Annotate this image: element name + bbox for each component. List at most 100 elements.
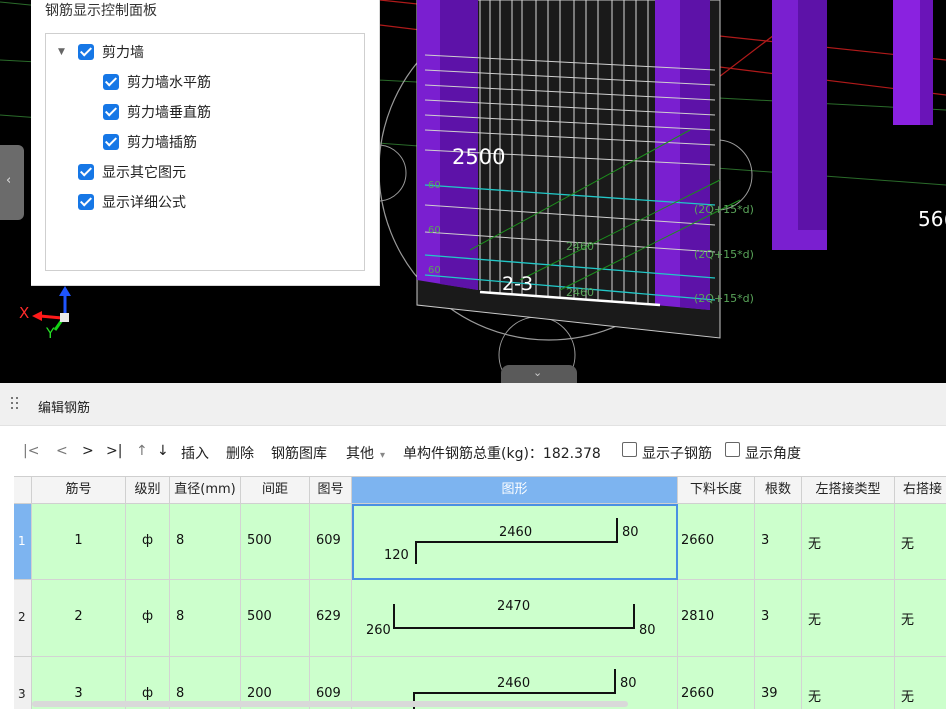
rebar-3d-viewport[interactable]: 2500 2-3 56( 2460 2460 60 60 60 (2Q+15*d… (0, 0, 946, 383)
shape-left-dimension: 120 (384, 548, 409, 563)
cell-text: 无 (901, 537, 915, 552)
cell-right-lap[interactable]: 无 (895, 580, 946, 657)
faint-length-label: 2460 (566, 286, 594, 299)
tree-item-vertical-bar[interactable]: 剪力墙垂直筋 (103, 101, 211, 123)
chevron-down-icon: ▾ (380, 450, 386, 461)
cell-text: 1 (74, 533, 83, 548)
rebar-toolbar: |< < > >| ↑ ↓ 插入 删除 钢筋图库 其他 ▾ 单构件钢筋总重(kg)… (0, 433, 946, 469)
cell-text: ф (141, 533, 154, 548)
shear-wall-checkbox[interactable] (78, 44, 94, 60)
cell-text: 3 (761, 533, 770, 548)
drag-handle-icon[interactable] (11, 397, 19, 411)
cell-grade[interactable]: ф (126, 580, 170, 657)
cell-diameter[interactable]: 8 (170, 504, 241, 580)
tree-item-label: 剪力墙垂直筋 (127, 105, 211, 121)
column-header[interactable]: 右搭接 (895, 477, 946, 504)
column-header-shape[interactable]: 图形 (352, 477, 678, 504)
tree-item-dowel-bar[interactable]: 剪力墙插筋 (103, 131, 197, 153)
tree-item-shear-wall[interactable]: ▼ 剪力墙 (58, 41, 144, 63)
shape-middle-dimension: 2460 (499, 525, 532, 540)
caret-down-icon[interactable]: ▼ (58, 47, 68, 57)
rebar-shape-diagram[interactable]: 120 2460 80 (352, 504, 678, 580)
delete-button[interactable]: 删除 (226, 443, 254, 463)
cell-shape-no[interactable]: 609 (310, 504, 352, 580)
cell-left-lap[interactable]: 无 (802, 580, 895, 657)
column-header[interactable]: 直径(mm) (170, 477, 241, 504)
rebar-library-button[interactable]: 钢筋图库 (271, 443, 327, 463)
row-header[interactable]: 1 (14, 504, 32, 580)
column-header[interactable]: 间距 (241, 477, 310, 504)
column-header[interactable]: 图号 (310, 477, 352, 504)
cell-text: ф (141, 609, 154, 624)
editor-header: 编辑钢筋 (0, 383, 946, 426)
cell-count[interactable]: 39 (755, 657, 802, 709)
horizontal-scrollbar[interactable] (32, 701, 628, 707)
cell-right-lap[interactable]: 无 (895, 657, 946, 709)
formula-label: (2Q+15*d) (694, 248, 754, 261)
show-angle-checkbox[interactable] (725, 442, 740, 457)
collapse-bottom-panel-handle[interactable]: ⌄ (501, 365, 577, 383)
shape-right-dimension: 80 (620, 676, 637, 691)
cell-cut-length[interactable]: 2660 (678, 657, 755, 709)
move-down-button[interactable]: ↓ (157, 443, 169, 459)
editor-title: 编辑钢筋 (38, 401, 91, 416)
cell-cut-length[interactable]: 2810 (678, 580, 755, 657)
cell-diameter[interactable]: 8 (170, 580, 241, 657)
show-formula-checkbox[interactable] (78, 194, 94, 210)
horizontal-bar-checkbox[interactable] (103, 74, 119, 90)
first-record-button[interactable]: |< (23, 443, 39, 459)
show-sub-rebar-checkbox[interactable] (622, 442, 637, 457)
insert-button[interactable]: 插入 (181, 443, 209, 463)
cell-left-lap[interactable]: 无 (802, 657, 895, 709)
cell-text: 2 (74, 609, 83, 624)
dowel-bar-checkbox[interactable] (103, 134, 119, 150)
cell-text: 609 (316, 686, 341, 701)
tree-item-label: 剪力墙插筋 (127, 135, 197, 151)
cell-left-lap[interactable]: 无 (802, 504, 895, 580)
tree-item-show-formula[interactable]: 显示详细公式 (78, 191, 186, 213)
column-header[interactable]: 筋号 (32, 477, 126, 504)
column-header[interactable]: 下料长度 (678, 477, 755, 504)
cell-count[interactable]: 3 (755, 580, 802, 657)
cell-grade[interactable]: ф (126, 504, 170, 580)
cell-spacing[interactable]: 500 (241, 580, 310, 657)
cell-text: 无 (808, 690, 822, 705)
other-menu-button[interactable]: 其他 ▾ (346, 443, 385, 463)
chevron-down-icon: ⌄ (533, 366, 543, 379)
cell-no[interactable]: 2 (32, 580, 126, 657)
cell-count[interactable]: 3 (755, 504, 802, 580)
cell-no[interactable]: 1 (32, 504, 126, 580)
rebar-display-control-panel: 钢筋显示控制面板 ▼ 剪力墙 剪力墙水平筋 剪力墙垂直筋 剪力墙插筋 显示其它图… (31, 0, 380, 286)
cell-text: 8 (176, 686, 185, 701)
cell-text: 2660 (681, 533, 715, 548)
tree-item-horizontal-bar[interactable]: 剪力墙水平筋 (103, 71, 211, 93)
show-other-elements-checkbox[interactable] (78, 164, 94, 180)
row-header[interactable]: 2 (14, 580, 32, 657)
last-record-button[interactable]: >| (106, 443, 122, 459)
cell-text: 500 (247, 533, 272, 548)
faint-offset-label: 60 (428, 265, 441, 276)
cell-spacing[interactable]: 500 (241, 504, 310, 580)
cell-cut-length[interactable]: 2660 (678, 504, 755, 580)
collapse-left-panel-handle[interactable]: ‹ (0, 145, 24, 220)
total-weight-label: 单构件钢筋总重(kg)：182.378 (403, 446, 601, 462)
panel-title: 钢筋显示控制面板 (45, 3, 157, 19)
vertical-bar-checkbox[interactable] (103, 104, 119, 120)
rebar-shape-diagram[interactable]: 260 2470 80 (352, 580, 678, 657)
faint-offset-label: 60 (428, 225, 441, 236)
column-header[interactable]: 根数 (755, 477, 802, 504)
cell-shape-no[interactable]: 629 (310, 580, 352, 657)
next-record-button[interactable]: > (82, 443, 94, 459)
column-header[interactable]: 级别 (126, 477, 170, 504)
column-header[interactable]: 左搭接类型 (802, 477, 895, 504)
cell-text: 8 (176, 609, 185, 624)
previous-record-button[interactable]: < (56, 443, 68, 459)
cell-text: 2810 (681, 609, 715, 624)
cell-right-lap[interactable]: 无 (895, 504, 946, 580)
tree-item-show-other-elements[interactable]: 显示其它图元 (78, 161, 186, 183)
cell-text: 39 (761, 686, 778, 701)
cell-text: 200 (247, 686, 272, 701)
rebar-table: 筋号 级别 直径(mm) 间距 图号 图形 下料长度 根数 左搭接类型 右搭接 … (14, 476, 946, 709)
move-up-button[interactable]: ↑ (136, 443, 148, 459)
row-header[interactable]: 3 (14, 657, 32, 709)
